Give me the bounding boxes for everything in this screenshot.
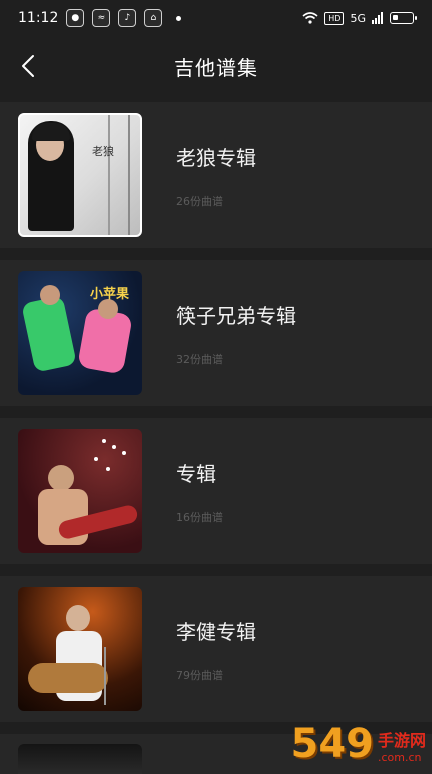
page-title: 吉他谱集	[174, 55, 258, 80]
tiktok-icon: ♪	[118, 9, 137, 27]
album-score-count: 16份曲谱	[176, 510, 223, 524]
watermark-site-name: 手游网	[377, 731, 426, 750]
album-title: 李健专辑	[176, 619, 256, 644]
status-bar: 11:12 ● ≈ ♪ ⌂ HD 5G	[0, 0, 432, 36]
signal-strength-icon	[372, 12, 383, 24]
app-notification-icon: ≈	[92, 9, 111, 27]
status-time: 11:12	[18, 10, 59, 26]
album-score-count: 26份曲谱	[176, 194, 223, 208]
album-list-item[interactable]: 李健专辑 79份曲谱	[0, 576, 432, 722]
album-cover	[18, 744, 142, 774]
site-watermark: 549 手游网 .com.cn	[290, 724, 426, 764]
album-title: 老狼专辑	[176, 145, 256, 170]
album-cover: 老狼	[18, 113, 142, 237]
album-list-item[interactable]: 专辑 16份曲谱	[0, 418, 432, 564]
album-cover	[18, 429, 142, 553]
album-list: 老狼 老狼专辑 26份曲谱 小苹果 筷子兄弟专辑 32份曲谱 专辑 16份曲谱 …	[0, 102, 432, 734]
album-score-count: 32份曲谱	[176, 352, 223, 366]
album-title: 筷子兄弟专辑	[176, 303, 296, 328]
signal-label: 5G	[350, 11, 366, 25]
album-cover: 小苹果	[18, 271, 142, 395]
cover-caption: 小苹果	[90, 287, 130, 302]
album-cover	[18, 587, 142, 711]
app-notification-icon: ●	[66, 9, 85, 27]
album-list-item[interactable]: 老狼 老狼专辑 26份曲谱	[0, 102, 432, 248]
cover-caption: 老狼	[92, 145, 114, 158]
chevron-left-icon	[22, 55, 34, 77]
battery-icon	[390, 12, 417, 24]
top-bar: 吉他谱集	[0, 36, 432, 96]
watermark-site-url: .com.cn	[377, 751, 422, 764]
album-list-item[interactable]: 小苹果 筷子兄弟专辑 32份曲谱	[0, 260, 432, 406]
notification-dot-icon	[176, 15, 182, 21]
app-notification-icon: ⌂	[144, 9, 163, 27]
hd-badge: HD	[324, 11, 345, 25]
wifi-icon	[302, 12, 318, 24]
back-button[interactable]	[8, 46, 48, 86]
watermark-number: 549	[290, 721, 374, 767]
album-score-count: 79份曲谱	[176, 668, 223, 682]
album-title: 专辑	[176, 461, 216, 486]
